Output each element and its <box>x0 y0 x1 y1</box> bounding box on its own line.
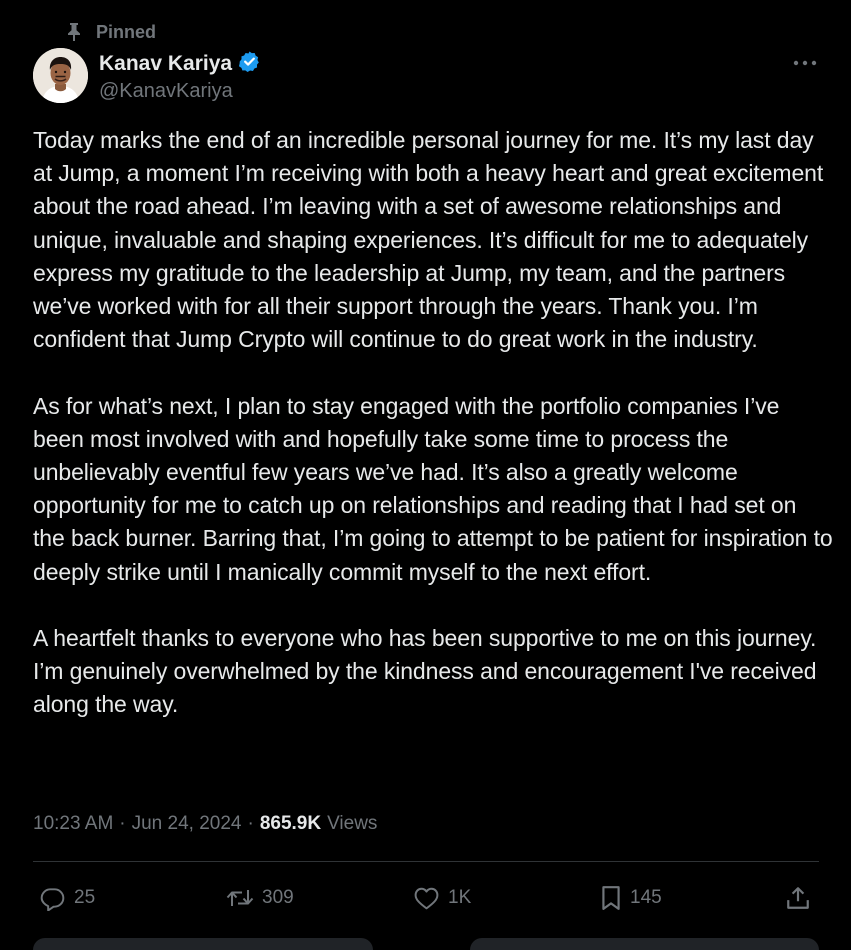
repost-count: 309 <box>262 887 294 908</box>
reply-composer-edge <box>33 938 373 950</box>
divider <box>33 861 819 862</box>
author-display-name[interactable]: Kanav Kariya <box>99 52 232 76</box>
like-count: 1K <box>448 887 472 908</box>
bookmark-icon <box>600 885 622 911</box>
tweet-paragraph: As for what’s next, I plan to stay engag… <box>33 392 833 585</box>
tweet-text: Today marks the end of an incredible per… <box>33 124 833 755</box>
author-handle[interactable]: @KanavKariya <box>99 80 261 103</box>
share-button[interactable] <box>785 878 811 918</box>
reply-count: 25 <box>74 887 96 908</box>
heart-icon <box>413 886 440 910</box>
pin-icon <box>66 22 82 42</box>
verified-badge-icon <box>238 50 261 78</box>
repost-button[interactable]: 309 <box>226 878 294 918</box>
tweet-date[interactable]: Jun 24, 2024 <box>132 813 242 835</box>
repost-icon <box>226 886 254 910</box>
author-name-row: Kanav Kariya <box>99 50 261 78</box>
reply-composer-edge <box>470 938 819 950</box>
reply-button[interactable]: 25 <box>39 878 95 918</box>
views-label: Views <box>327 813 378 834</box>
tweet-paragraph: A heartfelt thanks to everyone who has b… <box>33 625 817 718</box>
tweet[interactable]: Pinned Kanav Kariya @KanavKariya Today m… <box>0 0 851 950</box>
tweet-metadata: 10:23 AM · Jun 24, 2024 · 865.9K Views <box>33 813 377 835</box>
tweet-time[interactable]: 10:23 AM <box>33 813 113 835</box>
pinned-label: Pinned <box>96 21 157 42</box>
action-bar: 25 309 1K 145 <box>33 878 819 918</box>
share-icon <box>785 885 811 911</box>
meta-separator: · <box>119 813 126 834</box>
reply-icon <box>39 885 66 911</box>
author-info: Kanav Kariya @KanavKariya <box>99 50 261 103</box>
bookmark-button[interactable]: 145 <box>600 878 662 918</box>
more-dots-icon <box>793 53 817 71</box>
pinned-indicator: Pinned <box>66 20 156 44</box>
more-options-button[interactable] <box>790 52 820 72</box>
avatar[interactable] <box>33 48 88 103</box>
bookmark-count: 145 <box>630 887 662 908</box>
like-button[interactable]: 1K <box>413 878 471 918</box>
tweet-paragraph: Today marks the end of an incredible per… <box>33 127 824 353</box>
views-count[interactable]: 865.9K <box>260 813 321 835</box>
meta-separator: · <box>247 813 254 834</box>
